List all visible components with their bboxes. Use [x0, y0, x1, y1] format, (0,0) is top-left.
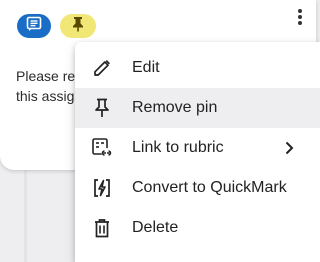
- menu-item-label: Link to rubric: [132, 139, 224, 156]
- quickmark-icon: [91, 177, 113, 199]
- pin-icon: [71, 16, 85, 37]
- chevron-right-icon: [280, 139, 298, 157]
- menu-item-label: Convert to QuickMark: [132, 179, 287, 196]
- comment-badge[interactable]: [17, 14, 51, 38]
- menu-item-link-to-rubric[interactable]: Link to rubric: [75, 128, 320, 168]
- more-vertical-icon: [297, 8, 303, 31]
- comment-text: Please re this assig: [16, 66, 76, 106]
- menu-item-remove-pin[interactable]: Remove pin: [75, 88, 320, 128]
- menu-item-label: Remove pin: [132, 99, 218, 116]
- comment-text-line: Please re: [16, 68, 76, 84]
- menu-item-label: Delete: [132, 219, 179, 236]
- comment-text-line: this assig: [16, 88, 75, 104]
- pin-badge[interactable]: [60, 14, 96, 38]
- comment-icon: [26, 16, 42, 37]
- context-menu: Edit Remove pin Link to rubric Convert t…: [75, 42, 320, 262]
- pencil-icon: [91, 57, 113, 79]
- pin-icon: [91, 97, 113, 119]
- more-options-button[interactable]: [290, 8, 310, 30]
- menu-item-label: Edit: [132, 59, 160, 76]
- rubric-link-icon: [91, 137, 113, 159]
- background-strip: [24, 160, 27, 262]
- menu-item-edit[interactable]: Edit: [75, 48, 320, 88]
- menu-item-delete[interactable]: Delete: [75, 208, 320, 248]
- trash-icon: [91, 217, 113, 239]
- menu-item-convert-to-quickmark[interactable]: Convert to QuickMark: [75, 168, 320, 208]
